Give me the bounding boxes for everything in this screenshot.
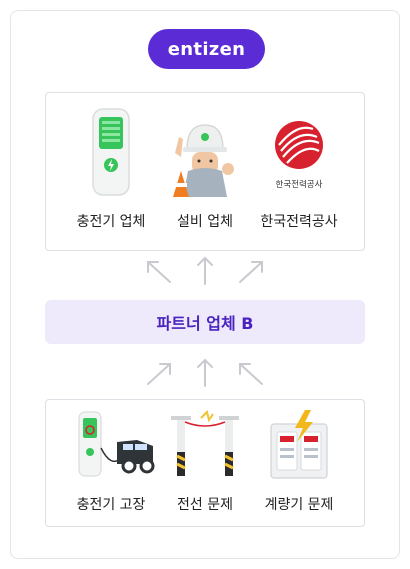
kepco-item: 한국전력공사 한국전력공사 <box>246 93 352 250</box>
partner-label: 파트너 업체 B <box>156 314 254 333</box>
meter-icon <box>270 410 328 479</box>
arrow-up-icon <box>197 256 213 285</box>
upward-arrows <box>147 256 263 285</box>
arrow-up-left-icon <box>239 363 263 385</box>
broken-charger-icon <box>78 411 155 477</box>
arrow-up-icon <box>197 358 213 387</box>
charger-company-label: 충전기 업체 <box>76 214 146 230</box>
meter-issue-item: 계량기 문제 <box>246 400 352 526</box>
kepco-logo: 한국전력공사 <box>275 121 323 190</box>
arrow-up-right-icon <box>147 363 171 385</box>
power-line-icon <box>171 410 239 476</box>
kepco-label: 한국전력공사 <box>260 214 338 230</box>
bottom-group-panel: 충전기 고장 전선 문제 계량기 문제 <box>45 399 365 527</box>
top-group-panel: 충전기 업체 설비 업체 한국전력공사 한국전력공사 <box>45 92 365 251</box>
brand-badge: entizen <box>148 29 265 69</box>
facility-company-item: 설비 업체 <box>152 93 258 250</box>
charger-fault-item: 충전기 고장 <box>58 400 164 526</box>
meter-issue-label: 계량기 문제 <box>264 497 334 513</box>
inward-arrows <box>147 358 263 387</box>
arrow-up-right-icon <box>239 261 263 283</box>
facility-company-label: 설비 업체 <box>177 214 233 230</box>
kepco-logo-text: 한국전력공사 <box>276 179 323 190</box>
charger-fault-label: 충전기 고장 <box>76 497 146 513</box>
wire-issue-label: 전선 문제 <box>177 497 233 513</box>
charger-company-item: 충전기 업체 <box>58 93 164 250</box>
wire-issue-item: 전선 문제 <box>152 400 258 526</box>
worker-icon <box>173 124 234 197</box>
brand-label: entizen <box>167 38 246 60</box>
arrow-up-left-icon <box>147 261 171 283</box>
partner-box: 파트너 업체 B <box>45 300 365 344</box>
charger-icon <box>92 108 130 196</box>
